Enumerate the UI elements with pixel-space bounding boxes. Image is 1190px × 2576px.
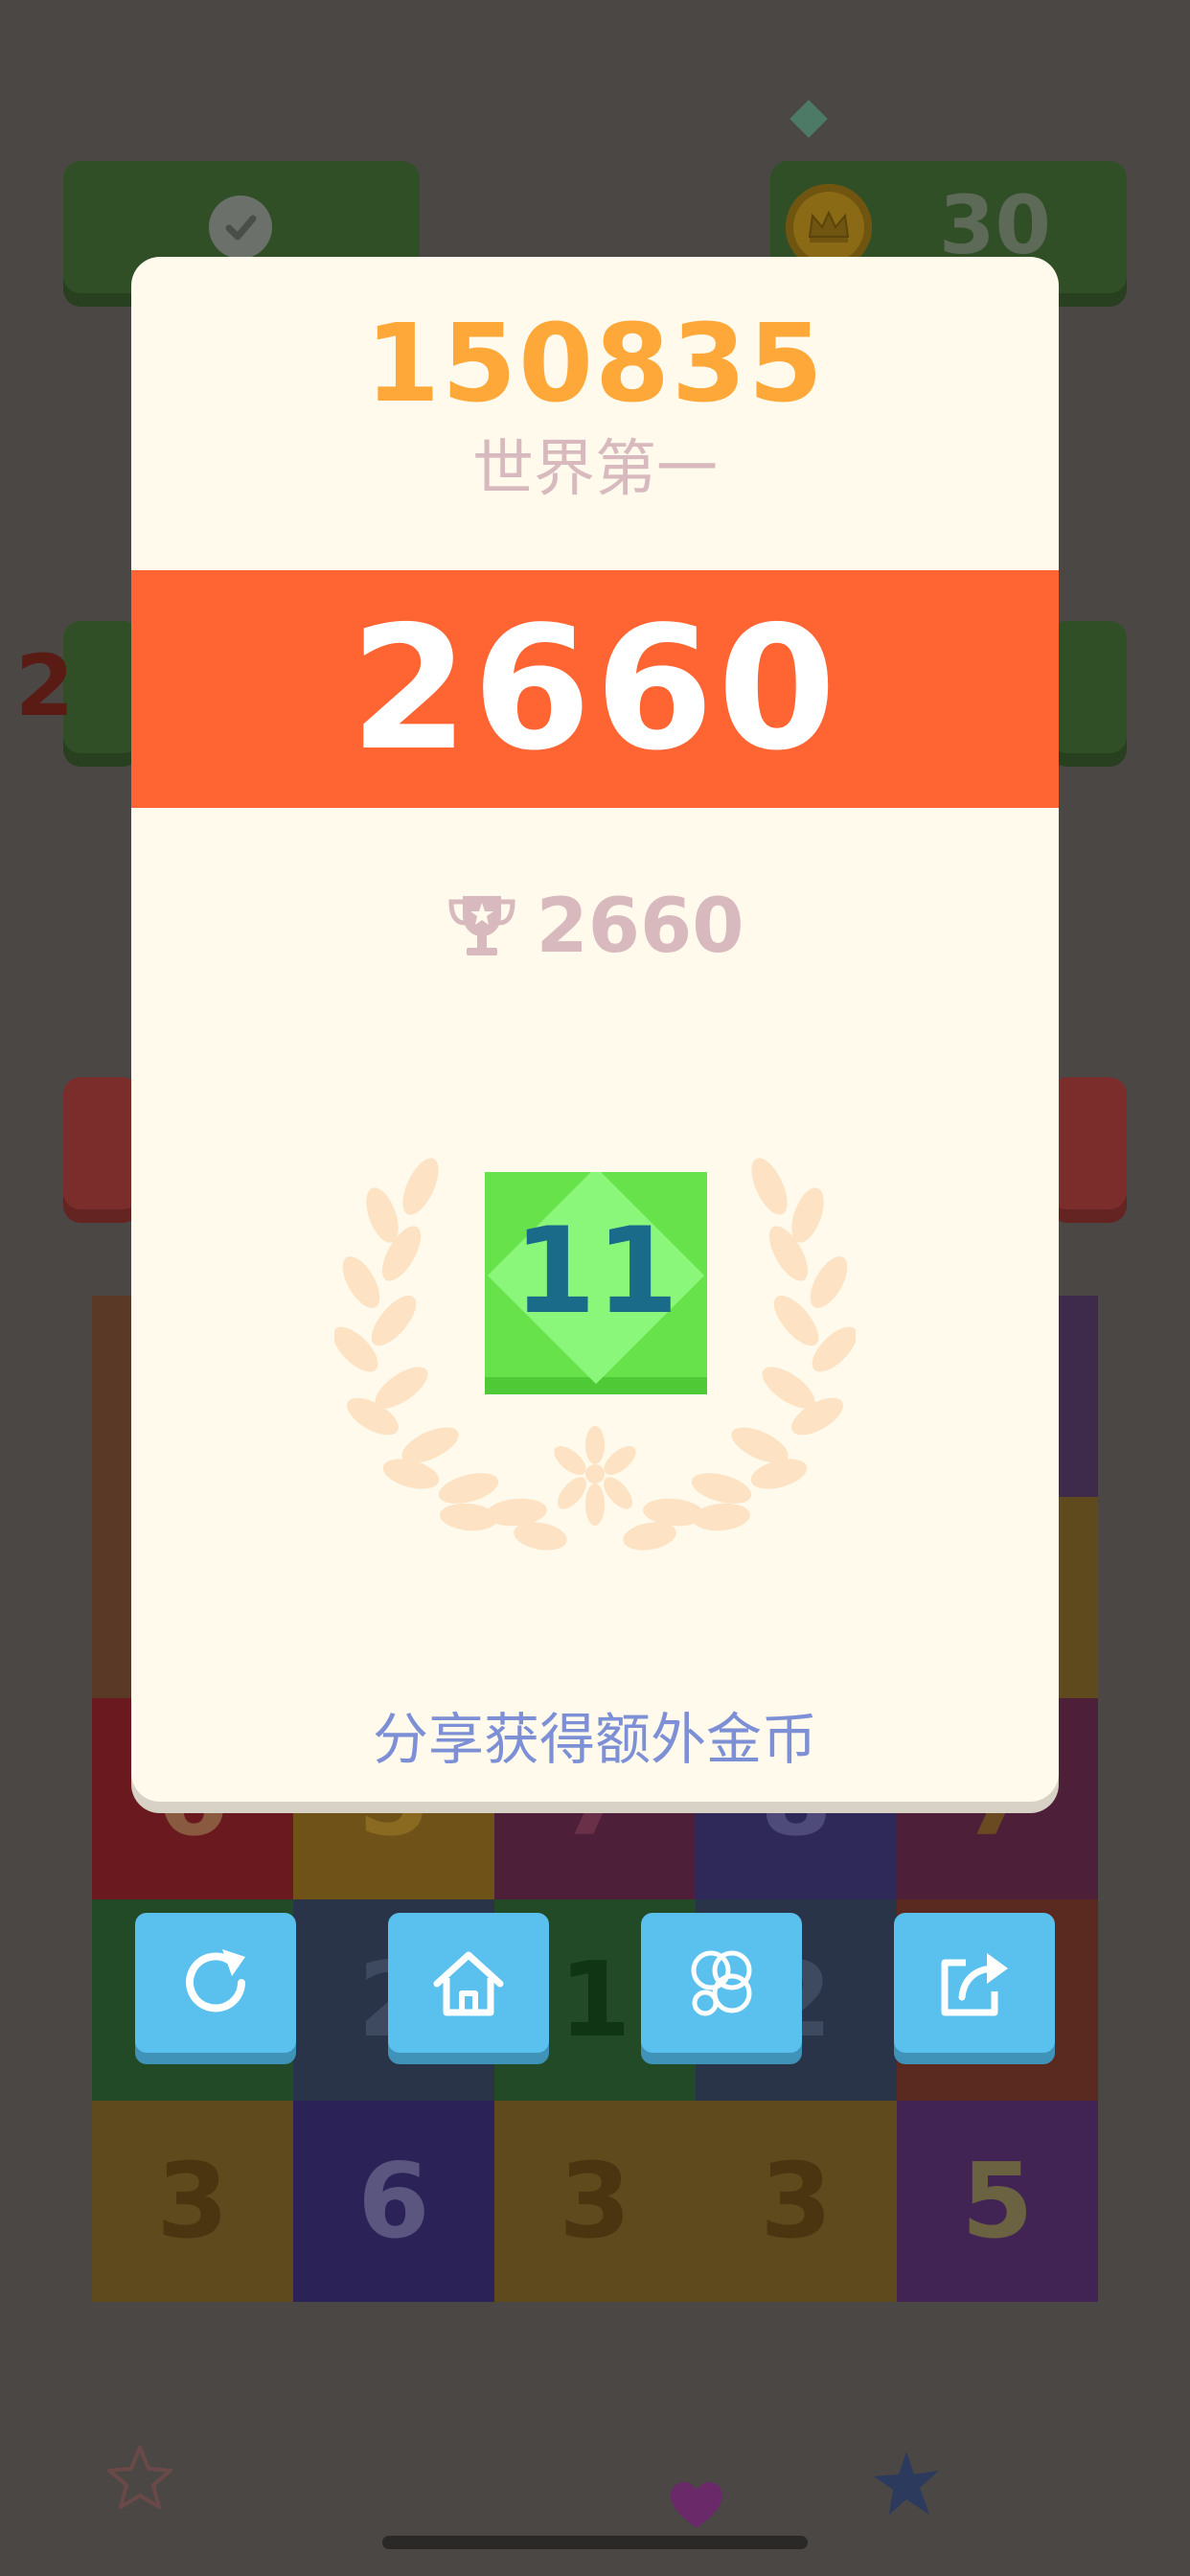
- decor-diamond: [790, 100, 828, 138]
- themes-button[interactable]: [641, 1913, 802, 2053]
- grid-cell: 6: [293, 2101, 494, 2302]
- level-tile: 11: [485, 1172, 707, 1394]
- share-reward-link[interactable]: 分享获得额外金币: [131, 1712, 1059, 1767]
- share-icon: [941, 1953, 1008, 2016]
- home-indicator: [382, 2536, 808, 2549]
- star-outline-icon: [107, 2446, 172, 2509]
- trophy-score: 2660: [536, 884, 744, 970]
- game-screen: 30 2 6578721236335 150835 世界第一 2660: [0, 0, 1190, 2576]
- home-button[interactable]: [388, 1913, 549, 2053]
- heart-icon: [671, 2482, 722, 2528]
- bg-side-number: 2: [15, 636, 75, 735]
- grid-cell: 3: [92, 2101, 293, 2302]
- best-score: 150835: [365, 302, 825, 426]
- restart-button[interactable]: [135, 1913, 296, 2053]
- share-button[interactable]: [894, 1913, 1055, 2053]
- grid-cell: 5: [897, 2101, 1098, 2302]
- trophy-row: 2660: [131, 889, 1059, 964]
- rank-label: 世界第一: [472, 434, 718, 505]
- result-modal: 150835 世界第一 2660 2660 11 分享获得额外金币: [131, 257, 1059, 1802]
- current-score-band: 2660: [131, 570, 1059, 808]
- home-icon: [433, 1951, 504, 2016]
- star-solid-icon: [874, 2451, 939, 2515]
- current-score: 2660: [350, 589, 840, 788]
- grid-cell: 3: [696, 2101, 897, 2302]
- themes-icon: [691, 1950, 752, 2016]
- level-number: 11: [513, 1203, 679, 1341]
- bg-right-panel: [1050, 621, 1127, 767]
- restart-icon: [186, 1949, 245, 2012]
- bg-left-panel: [63, 621, 140, 767]
- grid-cell: 3: [494, 2101, 696, 2302]
- bg-red-panel-left: [63, 1077, 140, 1223]
- trophy-icon: [448, 896, 515, 955]
- check-icon: [209, 196, 272, 259]
- bg-red-panel-right: [1050, 1077, 1127, 1223]
